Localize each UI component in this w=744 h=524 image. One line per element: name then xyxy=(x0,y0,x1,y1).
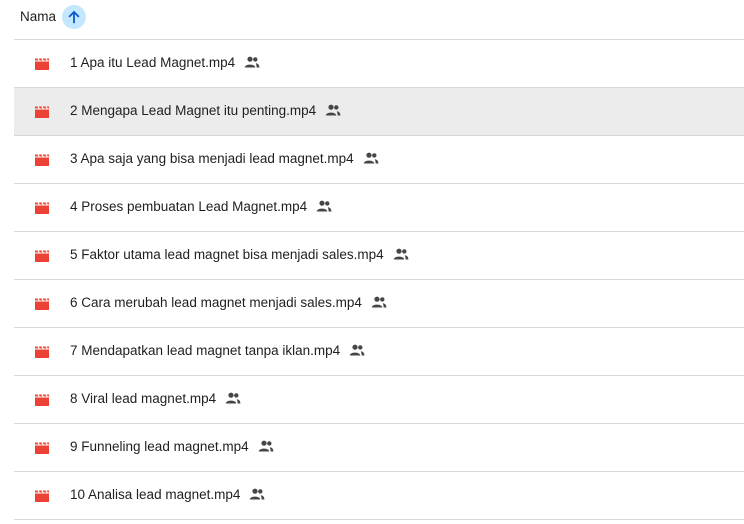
file-name: 8 Viral lead magnet.mp4 xyxy=(70,391,217,406)
file-row[interactable]: 5 Faktor utama lead magnet bisa menjadi … xyxy=(14,232,744,280)
video-file-icon xyxy=(34,105,50,119)
file-name: 5 Faktor utama lead magnet bisa menjadi … xyxy=(70,247,384,262)
video-file-icon xyxy=(34,201,50,215)
shared-people-icon xyxy=(325,104,341,116)
shared-people-icon xyxy=(316,200,332,212)
video-file-icon xyxy=(34,297,50,311)
sort-ascending-button[interactable] xyxy=(62,5,86,29)
shared-people-icon xyxy=(244,56,260,68)
shared-people-icon xyxy=(371,296,387,308)
file-row[interactable]: 7 Mendapatkan lead magnet tanpa iklan.mp… xyxy=(14,328,744,376)
video-file-icon xyxy=(34,393,50,407)
shared-people-icon xyxy=(249,488,265,500)
video-file-icon xyxy=(34,489,50,503)
file-row[interactable]: 9 Funneling lead magnet.mp4 xyxy=(14,424,744,472)
file-list: 1 Apa itu Lead Magnet.mp4 2 Mengapa Lead… xyxy=(14,39,744,520)
shared-people-icon xyxy=(258,440,274,452)
shared-people-icon xyxy=(349,344,365,356)
file-row[interactable]: 3 Apa saja yang bisa menjadi lead magnet… xyxy=(14,136,744,184)
file-name: 4 Proses pembuatan Lead Magnet.mp4 xyxy=(70,199,308,214)
file-row-selected[interactable]: 2 Mengapa Lead Magnet itu penting.mp4 xyxy=(14,88,744,136)
column-header: Nama xyxy=(0,0,744,34)
video-file-icon xyxy=(34,153,50,167)
file-row[interactable]: 6 Cara merubah lead magnet menjadi sales… xyxy=(14,280,744,328)
file-name: 9 Funneling lead magnet.mp4 xyxy=(70,439,249,454)
shared-people-icon xyxy=(393,248,409,260)
name-column-label[interactable]: Nama xyxy=(20,9,56,24)
file-row[interactable]: 1 Apa itu Lead Magnet.mp4 xyxy=(14,40,744,88)
file-name: 6 Cara merubah lead magnet menjadi sales… xyxy=(70,295,362,310)
file-name: 1 Apa itu Lead Magnet.mp4 xyxy=(70,55,236,70)
file-row[interactable]: 10 Analisa lead magnet.mp4 xyxy=(14,472,744,520)
file-name: 2 Mengapa Lead Magnet itu penting.mp4 xyxy=(70,103,317,118)
video-file-icon xyxy=(34,441,50,455)
file-name: 10 Analisa lead magnet.mp4 xyxy=(70,487,241,502)
video-file-icon xyxy=(34,57,50,71)
file-name: 7 Mendapatkan lead magnet tanpa iklan.mp… xyxy=(70,343,341,358)
shared-people-icon xyxy=(363,152,379,164)
file-row[interactable]: 4 Proses pembuatan Lead Magnet.mp4 xyxy=(14,184,744,232)
video-file-icon xyxy=(34,249,50,263)
file-row[interactable]: 8 Viral lead magnet.mp4 xyxy=(14,376,744,424)
shared-people-icon xyxy=(225,392,241,404)
video-file-icon xyxy=(34,345,50,359)
file-name: 3 Apa saja yang bisa menjadi lead magnet… xyxy=(70,151,354,166)
arrow-up-icon xyxy=(68,11,80,24)
